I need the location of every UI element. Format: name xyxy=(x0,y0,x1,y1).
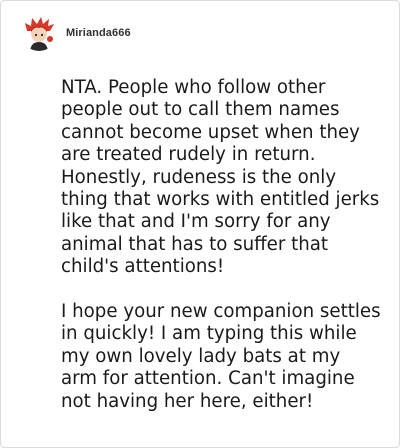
username[interactable]: Mirianda666 xyxy=(66,27,131,39)
comment-paragraph-2: I hope your new companion settles in qui… xyxy=(61,301,381,412)
user-avatar-icon[interactable] xyxy=(21,15,57,51)
comment-card: Mirianda666 NTA. People who follow other… xyxy=(0,0,400,448)
comment-header: Mirianda666 xyxy=(21,15,131,51)
comment-body: NTA. People who follow other people out … xyxy=(61,77,381,413)
comment-paragraph-1: NTA. People who follow other people out … xyxy=(61,77,380,278)
